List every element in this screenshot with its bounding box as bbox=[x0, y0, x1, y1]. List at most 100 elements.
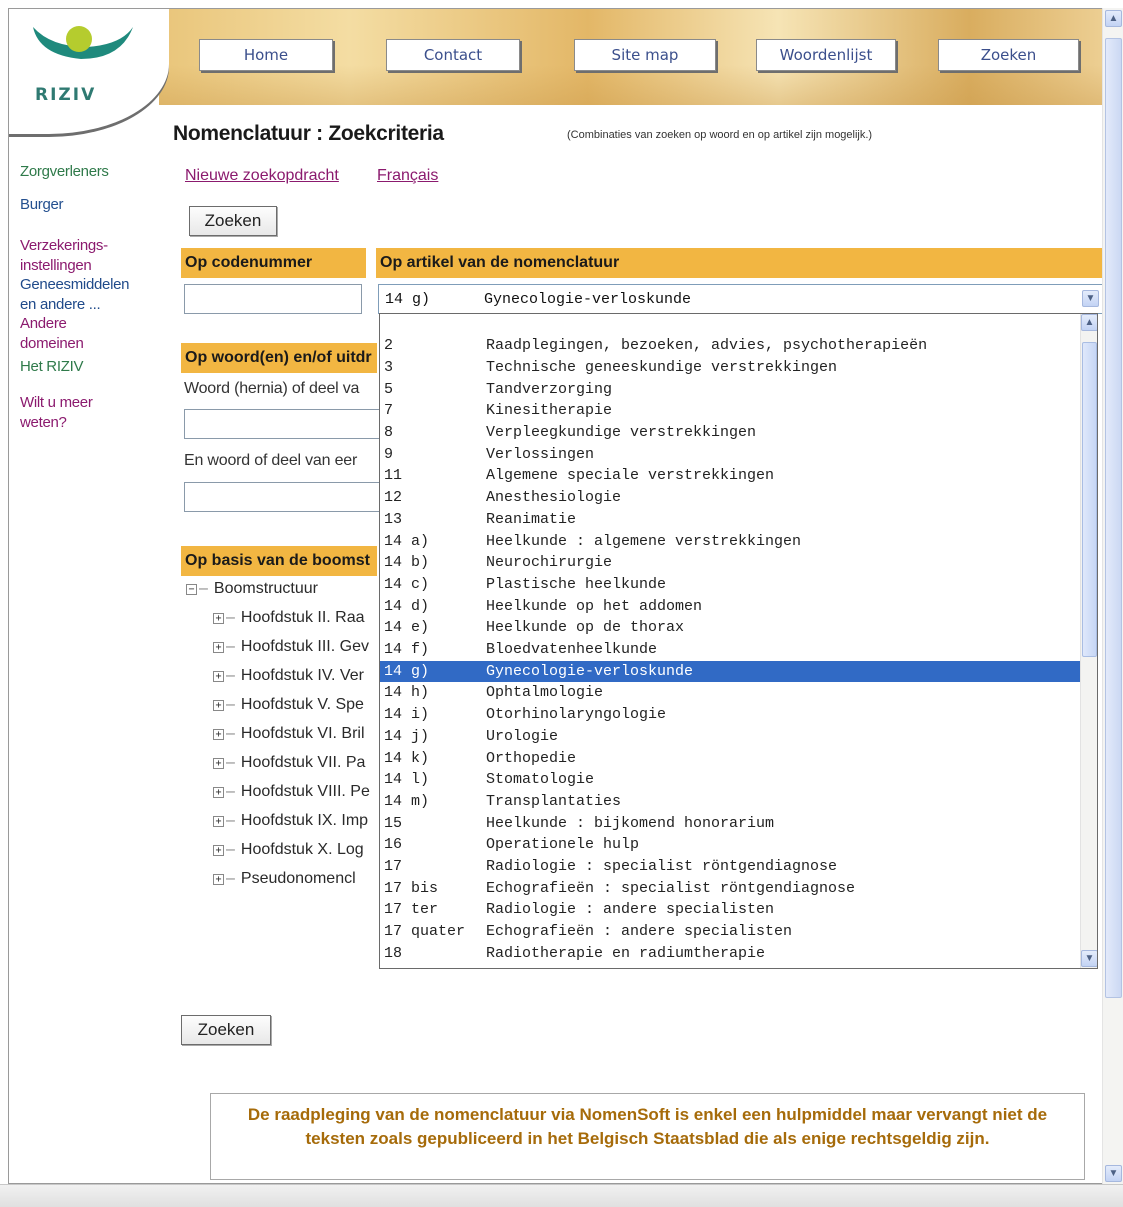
chevron-down-icon[interactable]: ▼ bbox=[1105, 1165, 1122, 1182]
option-label: Gynecologie-verloskunde bbox=[486, 662, 694, 680]
left-nav-wilt-u-meer[interactable]: Wilt u meer bbox=[20, 394, 93, 412]
dropdown-option[interactable]: 14 i) Otorhinolaryngologie bbox=[380, 704, 1080, 726]
tree-item-hoofdstuk-10[interactable]: + – Hoofdstuk X. Log bbox=[213, 841, 364, 865]
left-nav-geneesmiddelen[interactable]: Geneesmiddelen bbox=[20, 276, 130, 294]
code-number-input[interactable] bbox=[184, 284, 362, 314]
new-search-link[interactable]: Nieuwe zoekopdracht bbox=[185, 167, 339, 185]
left-nav-domeinen[interactable]: domeinen bbox=[20, 335, 84, 353]
nav-zoeken-button[interactable]: Zoeken bbox=[938, 39, 1079, 71]
nav-sitemap-button[interactable]: Site map bbox=[574, 39, 716, 71]
plus-box-icon[interactable]: + bbox=[213, 729, 224, 740]
dropdown-scroll-thumb[interactable] bbox=[1082, 342, 1097, 657]
tree-item-hoofdstuk-3[interactable]: + – Hoofdstuk III. Gev bbox=[213, 638, 369, 662]
dropdown-option[interactable]: 14 h) Ophtalmologie bbox=[380, 682, 1080, 704]
dropdown-option[interactable]: 14 d) Heelkunde op het addomen bbox=[380, 596, 1080, 618]
dropdown-option[interactable]: 17 Radiologie : specialist röntgendiagnos… bbox=[380, 856, 1080, 878]
tree-item-hoofdstuk-5[interactable]: + – Hoofdstuk V. Spe bbox=[213, 696, 364, 720]
option-label: Heelkunde : bijkomend honorarium bbox=[486, 814, 775, 832]
tree-item-hoofdstuk-7[interactable]: + – Hoofdstuk VII. Pa bbox=[213, 754, 365, 778]
plus-box-icon[interactable]: + bbox=[213, 700, 224, 711]
plus-box-icon[interactable]: + bbox=[213, 874, 224, 885]
chevron-up-icon[interactable]: ▲ bbox=[1081, 314, 1097, 331]
chevron-up-icon[interactable]: ▲ bbox=[1105, 10, 1122, 27]
article-select[interactable]: 14 g) Gynecologie-verloskunde ▼ bbox=[378, 284, 1103, 314]
left-nav-weten[interactable]: weten? bbox=[20, 414, 67, 432]
plus-box-icon[interactable]: + bbox=[213, 671, 224, 682]
dropdown-option[interactable]: 14 k) Orthopedie bbox=[380, 748, 1080, 770]
chevron-down-icon[interactable]: ▼ bbox=[1081, 950, 1097, 967]
dropdown-option[interactable]: 16 Operationele hulp bbox=[380, 834, 1080, 856]
dropdown-option[interactable]: 14 b) Neurochirurgie bbox=[380, 552, 1080, 574]
tree-item-hoofdstuk-2[interactable]: + – Hoofdstuk II. Raa bbox=[213, 609, 365, 633]
dropdown-option[interactable]: 13 Reanimatie bbox=[380, 509, 1080, 531]
tree-item-hoofdstuk-8[interactable]: + – Hoofdstuk VIII. Pe bbox=[213, 783, 370, 807]
page-scrollbar[interactable]: ▲ ▼ bbox=[1102, 8, 1123, 1184]
dropdown-option[interactable]: 14 a) Heelkunde : algemene verstrekkingen bbox=[380, 531, 1080, 553]
plus-box-icon[interactable]: + bbox=[213, 642, 224, 653]
chevron-down-icon[interactable]: ▼ bbox=[1082, 290, 1099, 307]
option-label: Transplantaties bbox=[486, 792, 622, 810]
dropdown-option[interactable]: 17 ter Radiologie : andere specialisten bbox=[380, 899, 1080, 921]
left-nav-en-andere[interactable]: en andere ... bbox=[20, 296, 101, 314]
dropdown-option[interactable]: 14 f) Bloedvatenheelkunde bbox=[380, 639, 1080, 661]
page-scroll-thumb[interactable] bbox=[1105, 38, 1122, 998]
dropdown-option[interactable]: 14 c) Plastische heelkunde bbox=[380, 574, 1080, 596]
plus-box-icon[interactable]: + bbox=[213, 613, 224, 624]
tree-item-hoofdstuk-4[interactable]: + – Hoofdstuk IV. Ver bbox=[213, 667, 364, 691]
option-code: 14 e) bbox=[384, 619, 430, 637]
option-code: 2 bbox=[384, 337, 394, 355]
option-label: Raadplegingen, bezoeken, advies, psychot… bbox=[486, 337, 928, 355]
tree-item-label: Hoofdstuk III. Gev bbox=[240, 638, 369, 655]
french-link[interactable]: Français bbox=[377, 167, 438, 185]
option-code: 14 a) bbox=[384, 532, 430, 550]
tree-item-pseudonomenclatuur[interactable]: + – Pseudonomencl bbox=[213, 870, 356, 894]
tree-root[interactable]: − – Boomstructuur bbox=[186, 580, 318, 604]
option-label: Verlossingen bbox=[486, 445, 595, 463]
left-nav-zorgverleners[interactable]: Zorgverleners bbox=[20, 163, 109, 181]
plus-box-icon[interactable]: + bbox=[213, 816, 224, 827]
article-section-heading: Op artikel van de nomenclatuur bbox=[376, 248, 1102, 278]
dropdown-option[interactable]: 7 Kinesitherapie bbox=[380, 400, 1080, 422]
logo[interactable]: RIZIV bbox=[9, 9, 169, 134]
left-nav-instellingen[interactable]: instellingen bbox=[20, 257, 92, 275]
dropdown-option[interactable]: 14 m) Transplantaties bbox=[380, 791, 1080, 813]
dropdown-option[interactable]: 3 Technische geneeskundige verstrekkingen bbox=[380, 357, 1080, 379]
option-code: 9 bbox=[384, 445, 394, 463]
dropdown-option[interactable]: 15 Heelkunde : bijkomend honorarium bbox=[380, 813, 1080, 835]
plus-box-icon[interactable]: + bbox=[213, 787, 224, 798]
dropdown-option[interactable]: 17 bis Echografieën : specialist röntgend… bbox=[380, 878, 1080, 900]
left-nav-andere[interactable]: Andere bbox=[20, 315, 67, 333]
dropdown-option[interactable]: 17 quater Echografieën : andere specialis… bbox=[380, 921, 1080, 943]
dropdown-option[interactable] bbox=[380, 314, 1080, 335]
dropdown-option[interactable]: 12 Anesthesiologie bbox=[380, 487, 1080, 509]
tree-item-hoofdstuk-6[interactable]: + – Hoofdstuk VI. Bril bbox=[213, 725, 365, 749]
second-word-input[interactable] bbox=[184, 482, 384, 512]
dropdown-option[interactable]: 14 j) Urologie bbox=[380, 726, 1080, 748]
word-input[interactable] bbox=[184, 409, 384, 439]
dropdown-option[interactable]: 14 l) Stomatologie bbox=[380, 769, 1080, 791]
search-button-bottom[interactable]: Zoeken bbox=[181, 1015, 271, 1045]
tree-item-hoofdstuk-9[interactable]: + – Hoofdstuk IX. Imp bbox=[213, 812, 368, 836]
dropdown-option[interactable]: 11 Algemene speciale verstrekkingen bbox=[380, 465, 1080, 487]
option-code: 14 g) bbox=[384, 662, 430, 680]
article-dropdown-list[interactable]: 2 Raadplegingen, bezoeken, advies, psycho… bbox=[379, 313, 1098, 969]
minus-box-icon[interactable]: − bbox=[186, 584, 197, 595]
dropdown-option[interactable]: 18 Radiotherapie en radiumtherapie bbox=[380, 943, 1080, 965]
left-nav-het-riziv[interactable]: Het RIZIV bbox=[20, 358, 83, 376]
nav-home-button[interactable]: Home bbox=[199, 39, 333, 71]
dropdown-option[interactable]: 9 Verlossingen bbox=[380, 444, 1080, 466]
plus-box-icon[interactable]: + bbox=[213, 758, 224, 769]
dropdown-option[interactable]: 8 Verpleegkundige verstrekkingen bbox=[380, 422, 1080, 444]
left-nav-verzekerings[interactable]: Verzekerings- bbox=[20, 237, 108, 255]
option-code: 14 b) bbox=[384, 554, 430, 572]
dropdown-option[interactable]: 2 Raadplegingen, bezoeken, advies, psycho… bbox=[380, 335, 1080, 357]
dropdown-option[interactable]: 14 g) Gynecologie-verloskunde bbox=[380, 660, 1080, 683]
nav-contact-button[interactable]: Contact bbox=[386, 39, 520, 71]
dropdown-scrollbar[interactable]: ▲ ▼ bbox=[1080, 314, 1097, 968]
left-nav-burger[interactable]: Burger bbox=[20, 196, 64, 214]
dropdown-option[interactable]: 14 e) Heelkunde op de thorax bbox=[380, 617, 1080, 639]
nav-woordenlijst-button[interactable]: Woordenlijst bbox=[756, 39, 896, 71]
plus-box-icon[interactable]: + bbox=[213, 845, 224, 856]
dropdown-option[interactable]: 5 Tandverzorging bbox=[380, 379, 1080, 401]
search-button-top[interactable]: Zoeken bbox=[189, 206, 277, 236]
